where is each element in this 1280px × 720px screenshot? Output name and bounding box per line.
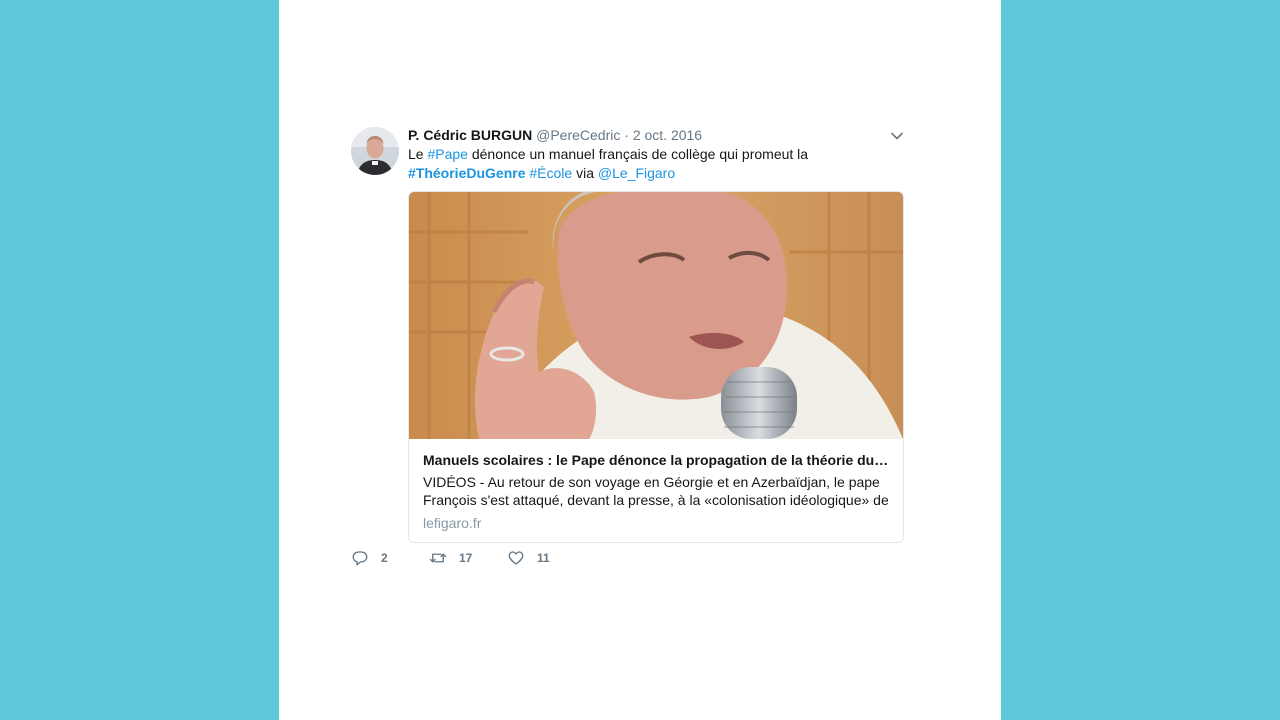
tweet-date[interactable]: 2 oct. 2016 — [633, 127, 702, 143]
card-description: VIDÉOS - Au retour de son voyage en Géor… — [423, 474, 889, 508]
card-image[interactable] — [409, 192, 903, 439]
chevron-down-icon[interactable] — [890, 129, 904, 143]
author-handle[interactable]: @PereCedric — [536, 127, 620, 143]
link-card[interactable]: Manuels scolaires : le Pape dénonce la p… — [408, 191, 904, 543]
retweet-count: 17 — [459, 551, 473, 565]
heart-icon — [508, 551, 524, 565]
tweet-text: Le #Pape dénonce un manuel français de c… — [408, 145, 904, 183]
header-separator: · — [624, 127, 629, 143]
retweet-icon — [429, 553, 447, 563]
tweet-actions: 2 17 11 — [351, 549, 585, 567]
reply-icon — [352, 551, 368, 566]
author-name[interactable]: P. Cédric BURGUN — [408, 127, 532, 143]
hashtag-ecole[interactable]: #École — [529, 165, 572, 181]
card-domain: lefigaro.fr — [423, 515, 482, 531]
tweet-text-part: dénonce un manuel français de collège qu… — [467, 146, 809, 162]
mention-le-figaro[interactable]: @Le_Figaro — [598, 165, 675, 181]
reply-button[interactable]: 2 — [351, 549, 429, 567]
tweet-panel: P. Cédric BURGUN @PereCedric · 2 oct. 20… — [279, 0, 1001, 720]
tweet-header: P. Cédric BURGUN @PereCedric · 2 oct. 20… — [408, 125, 904, 145]
like-button[interactable]: 11 — [507, 549, 585, 567]
reply-count: 2 — [381, 551, 388, 565]
hashtag-theoriedugenre[interactable]: #ThéorieDuGenre — [408, 165, 525, 181]
hashtag-pape[interactable]: #Pape — [427, 146, 467, 162]
tweet-text-part: via — [572, 165, 598, 181]
tweet-content: P. Cédric BURGUN @PereCedric · 2 oct. 20… — [408, 125, 904, 543]
avatar[interactable] — [351, 127, 399, 175]
retweet-button[interactable]: 17 — [429, 549, 507, 567]
tweet-text-part: Le — [408, 146, 428, 162]
card-title[interactable]: Manuels scolaires : le Pape dénonce la p… — [423, 451, 889, 470]
card-body: Manuels scolaires : le Pape dénonce la p… — [409, 439, 903, 542]
like-count: 11 — [537, 551, 550, 565]
